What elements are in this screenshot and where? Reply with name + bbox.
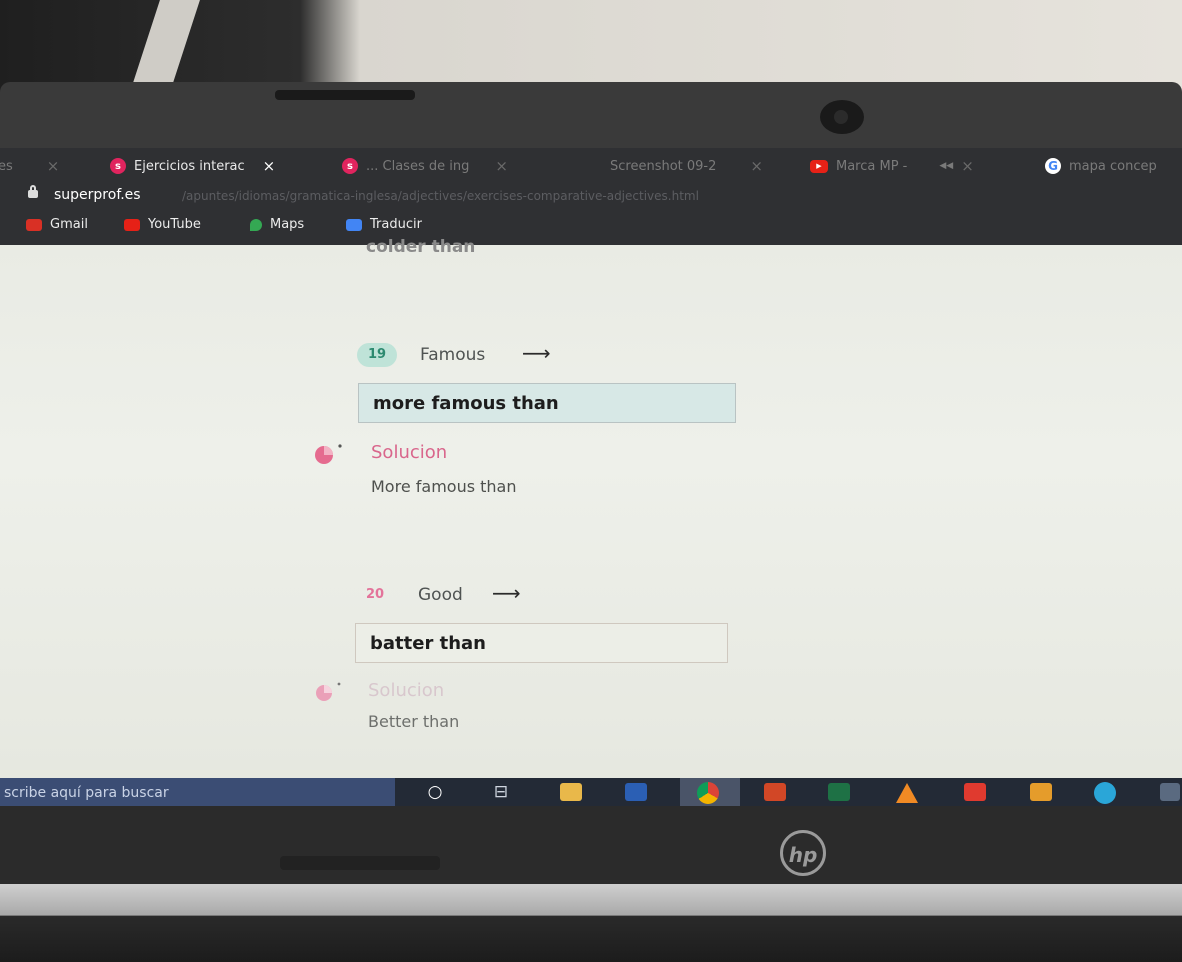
arrow-right-icon: ⟶	[492, 581, 521, 605]
vlc-icon[interactable]	[896, 783, 918, 803]
answer-input[interactable]: batter than	[355, 623, 728, 663]
laptop-screen: es × s Ejercicios interac × s ... Clases…	[0, 148, 1182, 808]
acrobat-icon[interactable]	[964, 783, 986, 801]
url-host: superprof.es	[54, 187, 141, 203]
tab-screenshot[interactable]: Screenshot 09-2 ×	[610, 148, 763, 184]
background-wall	[0, 0, 1182, 92]
tab-marca[interactable]: ▶ Marca MP - ◀◀ ×	[810, 148, 974, 184]
taskbar-search-input[interactable]: scribe aquí para buscar	[0, 778, 395, 808]
question-word: Good	[418, 585, 463, 605]
bookmark-label: Maps	[270, 217, 305, 232]
tab-label: mapa concep	[1069, 158, 1157, 174]
maps-icon	[250, 218, 262, 231]
tab-ejercicios[interactable]: s Ejercicios interac ×	[110, 148, 275, 184]
google-icon: G	[1045, 158, 1061, 174]
superprof-icon: s	[342, 158, 358, 174]
file-explorer-icon[interactable]	[560, 783, 582, 801]
hp-logo: hp	[780, 830, 826, 876]
app-icon[interactable]	[1160, 783, 1180, 801]
answer-input[interactable]: more famous than	[358, 383, 736, 423]
solution-text: Better than	[368, 712, 460, 731]
background-strip	[130, 0, 200, 92]
avast-icon[interactable]	[1030, 783, 1052, 801]
task-view-icon[interactable]: ⊟	[490, 783, 512, 801]
tab-label: Screenshot 09-2	[610, 158, 717, 174]
word-icon[interactable]	[625, 783, 647, 801]
url-path: /apuntes/idiomas/gramatica-inglesa/adjec…	[182, 189, 699, 203]
superprof-icon: s	[110, 158, 126, 174]
lock-icon	[28, 185, 38, 198]
exercise-page: colder than 19 Famous ⟶ more famous than…	[0, 237, 1182, 778]
bookmark-maps[interactable]: Maps	[250, 217, 304, 232]
bookmark-youtube[interactable]: YouTube	[124, 217, 201, 232]
tab-previous[interactable]: es ×	[0, 148, 59, 184]
chrome-icon[interactable]	[697, 782, 719, 804]
webcam	[820, 100, 864, 134]
translate-icon	[346, 218, 362, 231]
arrow-right-icon: ⟶	[522, 341, 551, 365]
cortana-icon[interactable]: ○	[424, 783, 446, 801]
close-icon[interactable]: ×	[263, 157, 276, 175]
mute-icon[interactable]: ◀◀	[939, 161, 953, 171]
solution-text: More famous than	[371, 477, 517, 496]
windows-taskbar: scribe aquí para buscar ○ ⊟	[0, 778, 1182, 808]
tab-label: Ejercicios interac	[134, 158, 245, 174]
laptop-bottom-bezel: hp	[0, 806, 1182, 884]
lightbulb-icon	[316, 682, 341, 701]
gmail-icon	[26, 218, 42, 231]
browser-tab-bar: es × s Ejercicios interac × s ... Clases…	[0, 148, 1182, 184]
youtube-icon: ▶	[810, 159, 828, 173]
previous-solution-text: colder than	[366, 237, 476, 257]
tab-clases[interactable]: s ... Clases de ing ×	[342, 148, 508, 184]
laptop-top-bezel	[0, 82, 1182, 150]
bookmark-label: Gmail	[50, 217, 88, 232]
bezel-slot	[275, 90, 415, 100]
close-icon[interactable]: ×	[495, 157, 508, 175]
tab-google[interactable]: G mapa concep	[1045, 148, 1157, 184]
close-icon[interactable]: ×	[47, 157, 60, 175]
lightbulb-icon	[315, 444, 342, 464]
powerpoint-icon[interactable]	[764, 783, 786, 801]
laptop-base	[0, 884, 1182, 962]
edge-icon[interactable]	[1094, 782, 1116, 804]
address-bar[interactable]: superprof.es /apuntes/idiomas/gramatica-…	[0, 184, 1182, 208]
solution-label[interactable]: Solucion	[371, 442, 447, 463]
tab-label: Marca MP -	[836, 158, 908, 174]
solution-label[interactable]: Solucion	[368, 680, 444, 701]
bookmark-label: Traducir	[370, 217, 422, 232]
youtube-icon	[124, 218, 140, 231]
question-number: 20	[365, 587, 385, 602]
bookmark-gmail[interactable]: Gmail	[26, 217, 88, 232]
question-number: 19	[357, 343, 397, 367]
close-icon[interactable]: ×	[750, 157, 763, 175]
bezel-hinge	[280, 856, 440, 870]
bookmarks-bar: Gmail YouTube Maps Traducir	[0, 208, 1182, 245]
tab-label: es	[0, 158, 13, 174]
question-word: Famous	[420, 345, 486, 365]
tab-label: ... Clases de ing	[366, 158, 470, 174]
close-icon[interactable]: ×	[961, 157, 974, 175]
bookmark-label: YouTube	[148, 217, 201, 232]
excel-icon[interactable]	[828, 783, 850, 801]
bookmark-traducir[interactable]: Traducir	[346, 217, 422, 232]
